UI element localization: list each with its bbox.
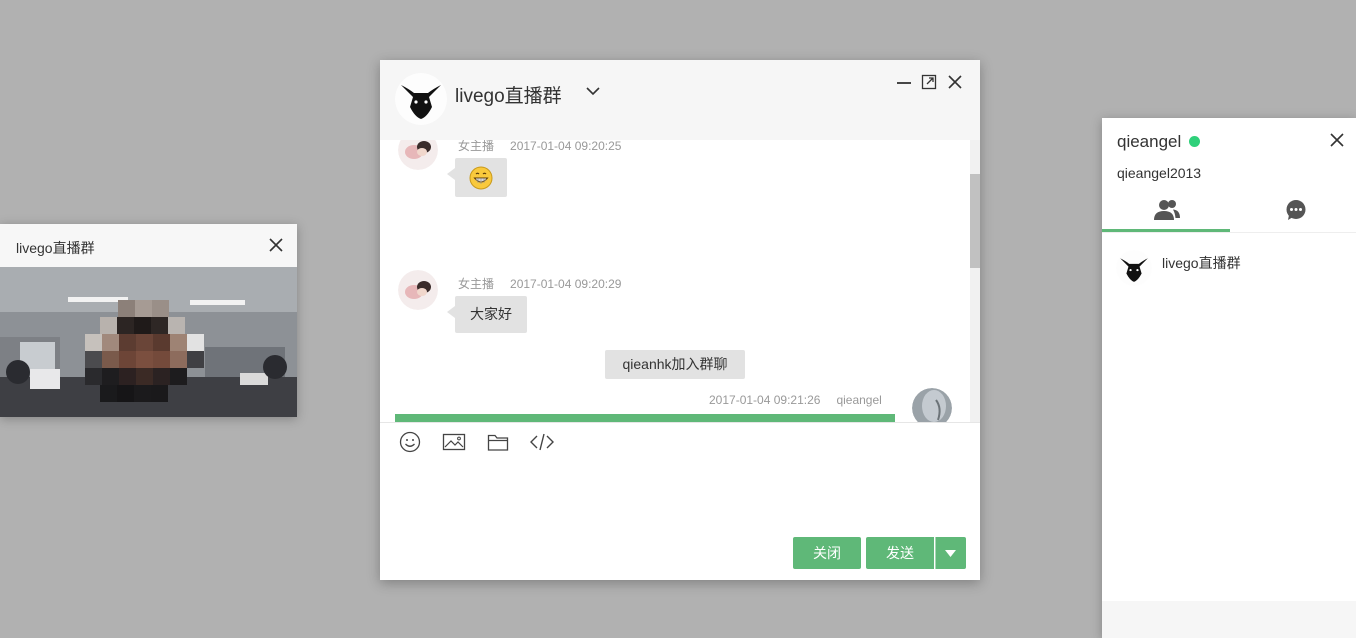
group-avatar[interactable] [395,73,447,125]
smile-icon[interactable] [399,431,421,453]
image-icon[interactable] [442,431,466,453]
chevron-down-icon[interactable] [585,83,601,99]
message-meta: 2017-01-04 09:21:26 qieangel [709,393,882,407]
input-toolbar [380,422,980,461]
contacts-icon [1153,198,1181,222]
close-icon[interactable] [947,74,963,90]
send-options-button[interactable] [935,537,966,569]
video-window-header[interactable]: livego直播群 [0,224,297,267]
video-window-title: livego直播群 [16,240,95,256]
send-button[interactable]: 发送 [866,537,934,569]
maximize-icon[interactable] [921,74,937,90]
avatar[interactable] [398,140,438,170]
profile-panel: qieangel qieangel2013 livego直播群 [1102,118,1356,638]
message-sender: qieangel [836,393,882,407]
close-icon[interactable] [1330,133,1344,147]
avatar[interactable] [398,270,438,310]
folder-icon[interactable] [487,431,509,453]
message-time: 2017-01-04 09:20:25 [510,140,622,153]
message-time: 2017-01-04 09:21:26 [709,393,821,407]
message-time: 2017-01-04 09:20:29 [510,277,622,291]
message-input[interactable] [395,462,969,536]
group-avatar [1116,250,1152,286]
message-list[interactable]: 女主播 2017-01-04 09:20:25 女主播 2017-01-04 09:… [380,140,980,422]
scrollbar-thumb[interactable] [970,174,980,268]
chat-title: livego直播群 [455,86,562,107]
chat-window: livego直播群 女主播 2017-01-04 09:20:25 女主播 20… [380,60,980,580]
panel-tabs [1102,192,1356,233]
system-notice: qieanhk加入群聊 [605,350,745,379]
message-sender: 女主播 [458,277,495,291]
close-icon[interactable] [269,238,283,252]
chat-bubble-icon [1285,199,1307,221]
image-message-bubble[interactable] [395,414,895,422]
tab-chats[interactable] [1230,192,1356,232]
message-sender: 女主播 [458,140,495,153]
tab-contacts[interactable] [1102,192,1230,232]
avatar[interactable] [912,388,952,422]
chat-scrollbar[interactable] [970,140,980,422]
list-item[interactable]: livego直播群 [1102,246,1356,290]
message-meta: 女主播 2017-01-04 09:20:25 [458,140,621,154]
close-button[interactable]: 关闭 [793,537,861,569]
grin-emoji-icon [469,166,493,190]
caret-down-icon [945,550,956,557]
message-bubble [447,158,507,197]
chat-window-header[interactable]: livego直播群 [380,60,980,140]
video-window: livego直播群 [0,224,297,417]
user-name: qieangel [1117,132,1182,151]
minimize-icon[interactable] [896,74,912,90]
live-video-stream [0,267,297,417]
code-icon[interactable] [529,431,555,453]
user-account: qieangel2013 [1117,165,1202,181]
message-bubble: 大家好 [447,296,527,333]
online-status-dot [1189,136,1200,147]
panel-footer [1102,601,1356,638]
message-meta: 女主播 2017-01-04 09:20:29 [458,275,621,292]
group-name: livego直播群 [1162,255,1241,271]
